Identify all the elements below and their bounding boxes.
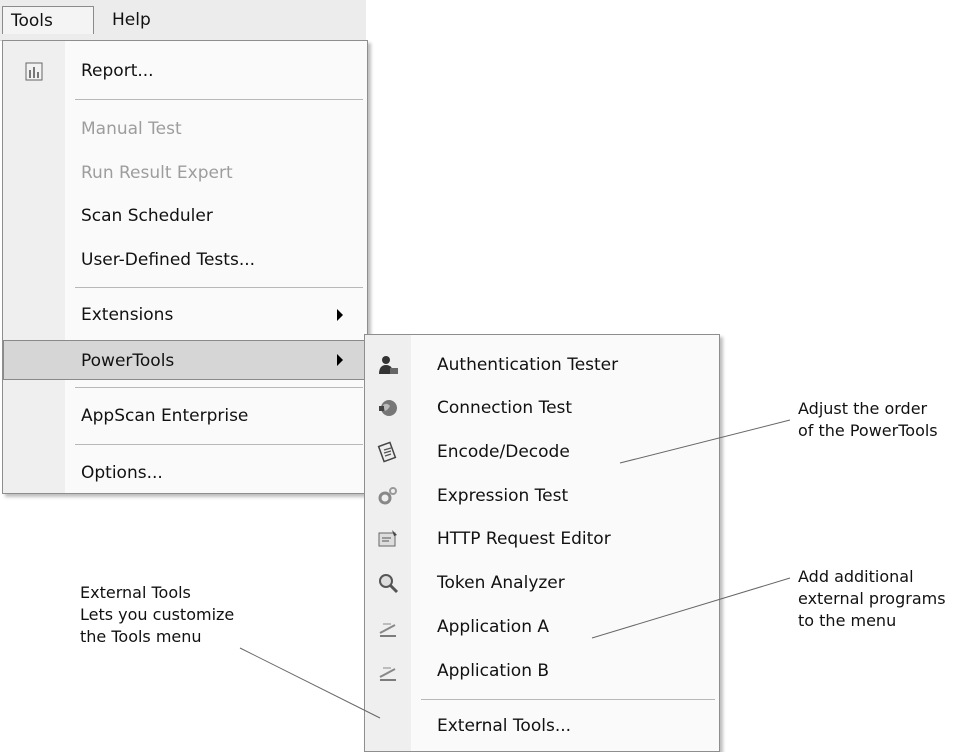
annotation-adjust-order: Adjust the order of the PowerTools	[798, 398, 938, 442]
annotation-line: Lets you customize	[80, 605, 235, 624]
annotation-external-tools: External Tools Lets you customize the To…	[80, 582, 234, 648]
annotation-line: Add additional	[798, 567, 914, 586]
annotation-line: the Tools menu	[80, 627, 202, 646]
annotation-line: to the menu	[798, 611, 897, 630]
annotation-line: Adjust the order	[798, 399, 928, 418]
annotation-line: external programs	[798, 589, 946, 608]
annotation-line: External Tools	[80, 583, 191, 602]
annotation-add-programs: Add additional external programs to the …	[798, 566, 946, 632]
annotation-line: of the PowerTools	[798, 421, 938, 440]
